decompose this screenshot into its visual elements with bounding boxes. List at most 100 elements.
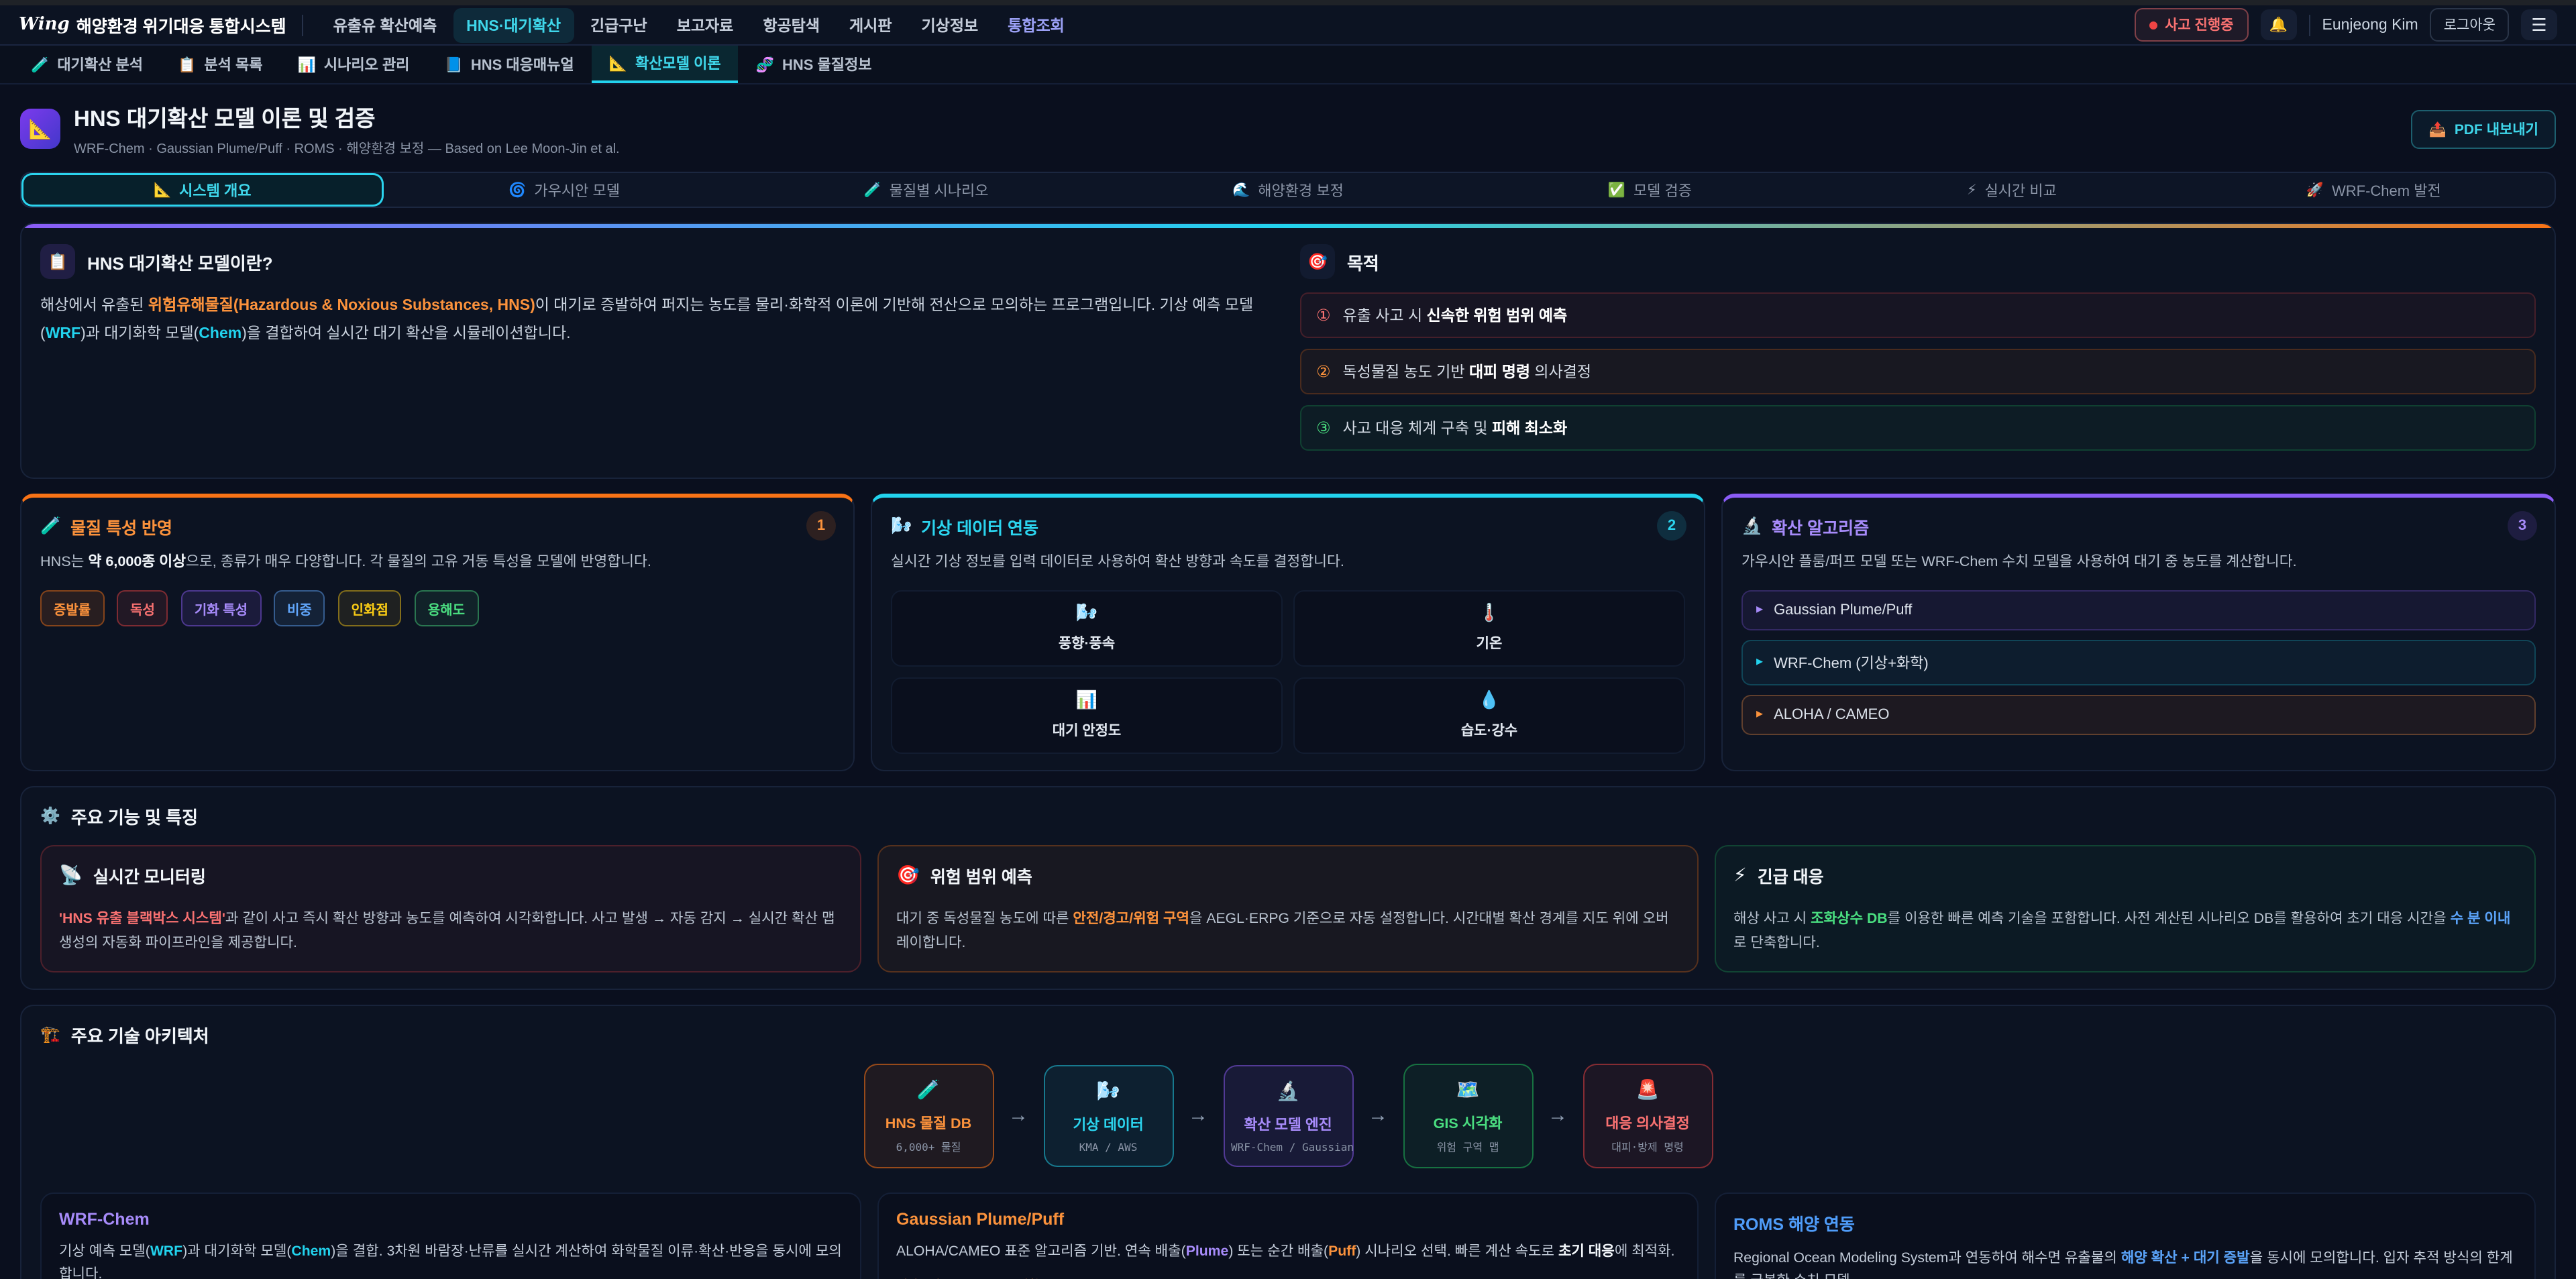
page-header: 📐 HNS 대기확산 모델 이론 및 검증 WRF-Chem · Gaussia… (20, 101, 2556, 157)
world-map-icon: 🗺️ (1411, 1078, 1525, 1101)
pillar-description: 실시간 기상 정보를 입력 데이터로 사용하여 확산 방향과 속도를 결정합니다… (891, 551, 1685, 575)
subnav-label: HNS 물질정보 (782, 54, 872, 75)
flow-hns-db: 🧪 HNS 물질 DB 6,000+ 물질 (863, 1064, 994, 1168)
pillar-title: 확산 알고리즘 (1772, 514, 1869, 539)
triangle-ruler-icon: 📐 (29, 117, 52, 140)
step-number-badge: 1 (806, 511, 836, 541)
subnav-hns-manual[interactable]: 📘 HNS 대응매뉴얼 (427, 46, 591, 83)
nav-divider (2309, 14, 2310, 36)
menu-item-hns-dispersion[interactable]: HNS·대기확산 (453, 7, 574, 42)
pillar-dispersion-algorithm: 🔬 확산 알고리즘 3 가우시안 플룸/퍼프 모델 또는 WRF-Chem 수치… (1721, 494, 2556, 771)
flow-response-decision: 🚨 대응 의사결정 대피·방제 명령 (1582, 1064, 1713, 1168)
tag-vaporization: 기화 특성 (181, 590, 261, 626)
hamburger-menu-button[interactable]: ☰ (2521, 9, 2557, 40)
menu-item-aerial-search[interactable]: 항공탐색 (749, 7, 833, 42)
tab-substance-scenarios[interactable]: 🧪 물질별 시나리오 (745, 173, 1107, 207)
page-title-icon-box: 📐 (20, 109, 60, 149)
purpose-item-3: ③ 사고 대응 체계 구축 및 피해 최소화 (1300, 405, 2536, 451)
droplet-icon: 💧 (1300, 689, 1678, 711)
feature-realtime-monitoring: 📡 실시간 모니터링 'HNS 유출 블랙박스 시스템'과 같이 사고 즉시 확… (40, 845, 861, 972)
tab-label: 실시간 비교 (1985, 179, 2057, 201)
algorithm-wrf-chem: ▸ WRF-Chem (기상+화학) (1741, 640, 2536, 685)
pillar-title: 물질 특성 반영 (70, 514, 172, 539)
rocket-icon: 🚀 (2306, 181, 2324, 199)
model-cards: WRF-Chem 기상 예측 모델(WRF)과 대기화학 모델(Chem)을 결… (40, 1192, 2536, 1279)
weather-stability: 📊 대기 안정도 (891, 677, 1283, 754)
wind-icon: 🌬️ (898, 602, 1276, 624)
pdf-export-label: PDF 내보내기 (2455, 119, 2538, 139)
wind-icon: 🌬️ (891, 516, 912, 537)
bar-chart-icon: 📊 (297, 56, 315, 73)
app-logo[interactable]: Wing 해양환경 위기대응 통합시스템 (19, 12, 286, 38)
tag-specific-gravity: 비중 (274, 590, 325, 626)
wrf-highlight: WRF (46, 327, 80, 343)
clipboard-icon: 📋 (178, 56, 196, 73)
tag-solubility: 용해도 (415, 590, 478, 626)
page-subtitle: WRF-Chem · Gaussian Plume/Puff · ROMS · … (74, 137, 620, 157)
purpose-card: 🎯 목적 ① 유출 사고 시 신속한 위험 범위 예측 ② 독성물질 농도 기반… (1300, 244, 2536, 461)
features-title: 주요 기능 및 특징 (71, 803, 198, 829)
triangle-bullet-icon: ▸ (1756, 708, 1763, 722)
tab-marine-correction[interactable]: 🌊 해양환경 보정 (1107, 173, 1468, 207)
tab-model-validation[interactable]: ✅ 모델 검증 (1469, 173, 1831, 207)
tab-label: 가우시안 모델 (534, 179, 620, 201)
intro-purpose-section: 📋 HNS 대기확산 모델이란? 해상에서 유출된 위험유해물질(Hazardo… (20, 223, 2556, 479)
subnav-analysis-list[interactable]: 📋 분석 목록 (160, 46, 280, 83)
circled-two-icon: ② (1316, 362, 1331, 381)
subnav-hns-substance-info[interactable]: 🧬 HNS 물질정보 (739, 46, 890, 83)
user-name: Eunjeong Kim (2322, 17, 2418, 33)
notification-bell-button[interactable]: 🔔 (2261, 9, 2297, 40)
tag-flash-point: 인화점 (338, 590, 402, 626)
pillar-weather-data: 🌬️ 기상 데이터 연동 2 실시간 기상 정보를 입력 데이터로 사용하여 확… (871, 494, 1705, 771)
tab-wrf-chem-evolution[interactable]: 🚀 WRF-Chem 발전 (2193, 173, 2555, 207)
pdf-export-button[interactable]: 📤 PDF 내보내기 (2412, 109, 2556, 148)
tab-label: 물질별 시나리오 (890, 179, 989, 201)
logout-button[interactable]: 로그아웃 (2430, 8, 2509, 42)
subnav-dispersion-analysis[interactable]: 🧪 대기확산 분석 (13, 46, 160, 83)
page-title: HNS 대기확산 모델 이론 및 검증 (74, 101, 620, 133)
subnav-label: 확산모델 이론 (635, 52, 721, 74)
test-tube-icon: 🧪 (40, 516, 61, 537)
tab-gaussian-model[interactable]: 🌀 가우시안 모델 (383, 173, 745, 207)
tab-realtime-comparison[interactable]: ⚡ 실시간 비교 (1831, 173, 2192, 207)
pillar-substance-properties: 🧪 물질 특성 반영 1 HNS는 약 6,000종 이상으로, 종류가 매우 … (20, 494, 855, 771)
lightning-icon: ⚡ (1733, 864, 1747, 887)
subnav-label: 대기확산 분석 (57, 54, 143, 75)
property-tags: 증발률 독성 기화 특성 비중 인화점 용해도 (40, 590, 835, 633)
purpose-title: 목적 (1347, 249, 1379, 274)
gear-icon: ⚙️ (40, 807, 60, 826)
menu-item-oil-spill[interactable]: 유출유 확산예측 (320, 7, 451, 42)
triangle-bullet-icon: ▸ (1756, 655, 1763, 670)
menu-item-integrated-search[interactable]: 통합조회 (994, 7, 1078, 42)
purpose-item-1: ① 유출 사고 시 신속한 위험 범위 예측 (1300, 292, 2536, 338)
top-navbar: Wing 해양환경 위기대응 통합시스템 유출유 확산예측 HNS·대기확산 긴… (0, 5, 2576, 46)
cyclone-icon: 🌀 (508, 181, 526, 199)
bell-icon: 🔔 (2269, 16, 2288, 34)
tab-system-overview[interactable]: 📐 시스템 개요 (21, 173, 383, 207)
wave-icon: 🌊 (1232, 181, 1250, 199)
menu-item-rescue[interactable]: 긴급구난 (577, 7, 661, 42)
dna-icon: 🧬 (756, 56, 774, 73)
model-specs: 계산시간: < 10초 / 정확도: ±10~40% (896, 1276, 1680, 1279)
pillars-section: 🧪 물질 특성 반영 1 HNS는 약 6,000종 이상으로, 종류가 매우 … (20, 494, 2556, 771)
window-chrome-strip (0, 0, 2576, 5)
subnav-model-theory[interactable]: 📐 확산모델 이론 (592, 46, 739, 83)
construction-icon: 🏗️ (40, 1025, 60, 1044)
menu-item-weather[interactable]: 기상정보 (908, 7, 992, 42)
model-gaussian: Gaussian Plume/Puff ALOHA/CAMEO 표준 알고리즘 … (877, 1192, 1699, 1279)
logo-wing-mark: Wing (19, 15, 70, 35)
arrow-right-icon: → (1548, 1105, 1568, 1127)
menu-item-board[interactable]: 게시판 (836, 7, 906, 42)
subnav-scenario-management[interactable]: 📊 시나리오 관리 (280, 46, 427, 83)
page-content: 📐 HNS 대기확산 모델 이론 및 검증 WRF-Chem · Gaussia… (0, 85, 2576, 1279)
tab-label: 모델 검증 (1633, 179, 1692, 201)
menu-item-reports[interactable]: 보고자료 (663, 7, 747, 42)
tab-label: 해양환경 보정 (1258, 179, 1344, 201)
navbar-right: 사고 진행중 🔔 Eunjeong Kim 로그아웃 ☰ (2134, 8, 2557, 42)
test-tube-icon: 🧪 (31, 56, 49, 73)
subnav-label: 시나리오 관리 (324, 54, 410, 75)
pillar-description: HNS는 약 6,000종 이상으로, 종류가 매우 다양합니다. 각 물질의 … (40, 551, 835, 575)
pillar-title: 기상 데이터 연동 (921, 514, 1038, 539)
blackbox-highlight: 'HNS 유출 블랙박스 시스템' (59, 911, 225, 927)
incident-status-badge: 사고 진행중 (2134, 8, 2248, 42)
